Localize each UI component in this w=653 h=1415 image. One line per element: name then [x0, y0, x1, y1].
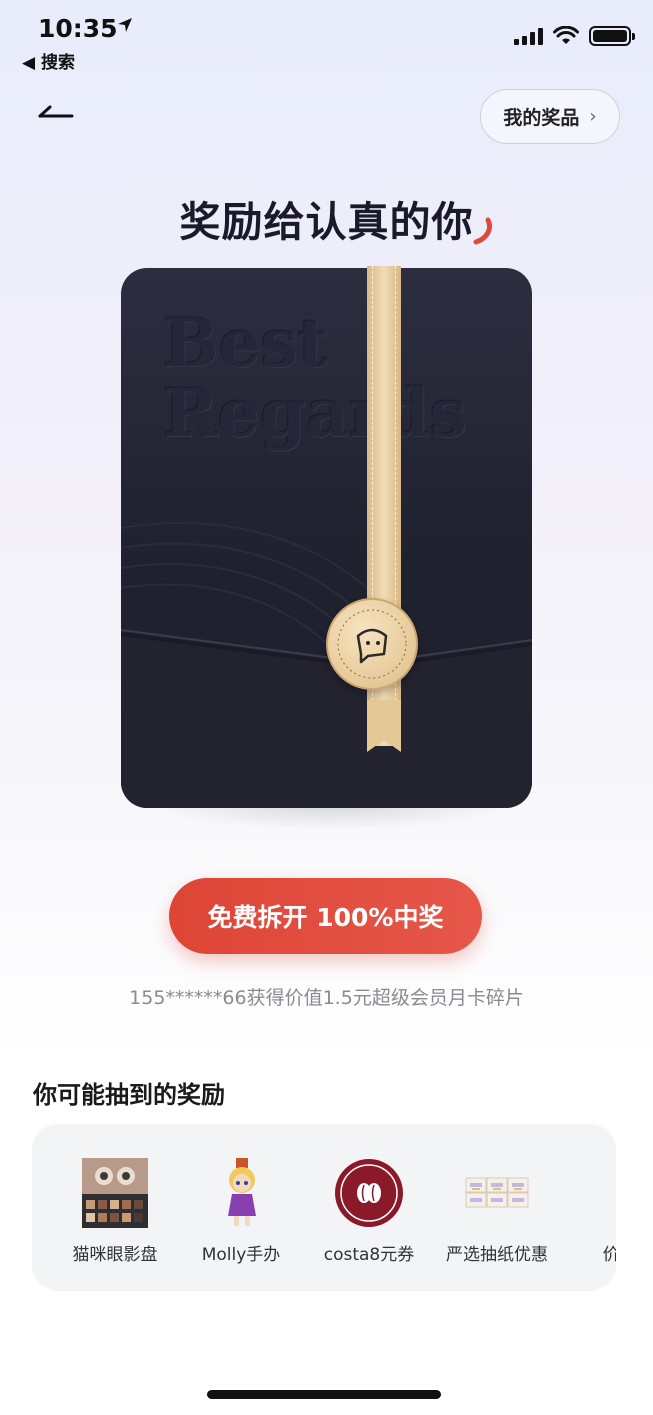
reward-item[interactable]: 严选抽纸优惠	[432, 1124, 562, 1291]
back-to-app-link[interactable]: ◀ 搜索	[22, 48, 75, 73]
wax-seal	[326, 598, 418, 690]
reward-label: 价值1	[602, 1245, 616, 1265]
seal-chat-icon	[337, 609, 407, 679]
my-prizes-button[interactable]: 我的奖品 ›	[480, 89, 620, 144]
reward-item[interactable]: 价值1	[560, 1124, 616, 1291]
reward-item[interactable]: costa8元券	[304, 1124, 434, 1291]
reward-item[interactable]: Molly手办	[176, 1124, 306, 1291]
status-indicators	[514, 26, 635, 46]
page-title: 奖励给认真的你	[179, 198, 474, 246]
puzzle-piece-icon	[590, 1158, 616, 1228]
location-arrow-icon	[118, 18, 132, 32]
eyeshadow-palette-icon	[82, 1158, 148, 1228]
tissue-pack-icon	[465, 1177, 529, 1208]
back-arrow-icon[interactable]	[36, 96, 76, 126]
chevron-right-icon: ›	[589, 106, 597, 127]
rewards-carousel[interactable]: 猫咪眼影盘 Molly手办 costa8元券 严选抽纸优惠 价	[32, 1124, 616, 1291]
open-gift-button[interactable]: 免费拆开 100%中奖	[169, 878, 482, 954]
cellular-signal-icon	[514, 27, 543, 45]
ribbon-tail	[367, 700, 401, 752]
gift-box[interactable]: Best Regards	[121, 268, 532, 808]
battery-icon	[589, 26, 635, 46]
envelope-flap	[121, 521, 532, 808]
reward-item[interactable]: 猫咪眼影盘	[50, 1124, 180, 1291]
home-indicator[interactable]	[207, 1390, 441, 1399]
molly-figure-icon	[228, 1158, 256, 1226]
status-time: 10:35	[38, 14, 118, 43]
costa-coffee-logo-icon	[335, 1159, 403, 1227]
red-swoosh-decoration	[473, 217, 492, 245]
my-prizes-label: 我的奖品	[503, 107, 580, 129]
winner-ticker: 155******66获得价值1.5元超级会员月卡碎片	[129, 987, 524, 1009]
wifi-icon	[553, 26, 579, 44]
rewards-title: 你可能抽到的奖励	[33, 1081, 225, 1109]
